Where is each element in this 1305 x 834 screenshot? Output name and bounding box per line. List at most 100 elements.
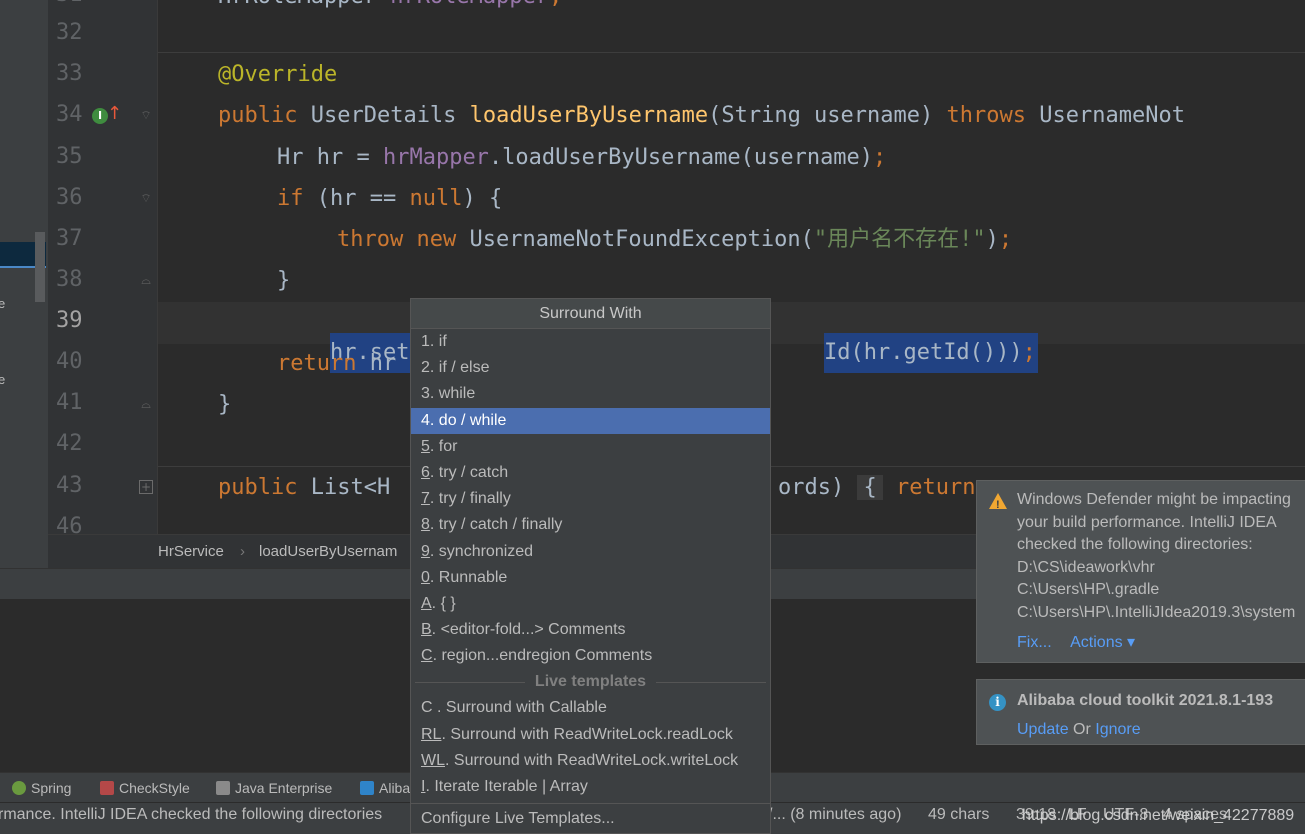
project-tree-fragment: e <box>0 372 6 387</box>
breadcrumb-separator: › <box>240 543 245 560</box>
surround-option[interactable]: B. <editor-fold...> Comments <box>411 617 770 643</box>
breadcrumb-method[interactable]: loadUserByUsernam <box>259 543 397 560</box>
tool-window-java-enterprise[interactable]: Java Enterprise <box>216 780 332 796</box>
status-char-count: 49 chars <box>928 806 990 823</box>
line-number[interactable]: 36 <box>56 185 86 210</box>
code-line-37: throw new UsernameNotFoundException("用户名… <box>337 227 1013 252</box>
notification-path: C:\Users\HP\.gradle <box>1017 581 1160 598</box>
code-line-31: HrRoleMapper hrRoleMapper; <box>218 0 562 12</box>
live-template-option[interactable]: I. Iterate Iterable | Array <box>411 774 770 800</box>
surround-option[interactable]: 3. while <box>411 381 770 407</box>
spring-icon <box>12 781 26 795</box>
fold-icon[interactable]: ⌔ <box>138 108 154 126</box>
tool-window-spring[interactable]: Spring <box>12 780 71 796</box>
checkstyle-icon <box>100 781 114 795</box>
notification-windows-defender: Windows Defender might be impacting your… <box>976 480 1305 663</box>
mnemonic-key: 9 <box>421 542 430 560</box>
tool-window-alibaba[interactable]: Aliba <box>360 780 410 796</box>
option-label: . region...endregion Comments <box>432 647 653 665</box>
notification-path: C:\Users\HP\.IntelliJIdea2019.3\system <box>1017 603 1296 621</box>
option-label: . try / finally <box>429 490 511 508</box>
surround-option[interactable]: 9. synchronized <box>411 539 770 565</box>
line-number[interactable]: 33 <box>56 61 86 86</box>
update-link[interactable]: Update <box>1017 721 1069 738</box>
actions-dropdown[interactable]: Actions ▾ <box>1070 634 1135 651</box>
mnemonic-key: 0 <box>421 568 430 586</box>
surround-option[interactable]: A. { } <box>411 591 770 617</box>
status-message[interactable]: rmance. IntelliJ IDEA checked the follow… <box>0 806 382 824</box>
live-template-option[interactable]: C . Surround with Callable <box>411 695 770 721</box>
project-tree-scrollbar[interactable] <box>35 232 45 302</box>
surround-option[interactable]: 0. Runnable <box>411 565 770 591</box>
surround-option[interactable]: 5. for <box>411 434 770 460</box>
surround-option[interactable]: 8. try / catch / finally <box>411 512 770 538</box>
option-label: . { } <box>431 594 456 612</box>
notification-alibaba-toolkit: i Alibaba cloud toolkit 2021.8.1-193 Upd… <box>976 679 1305 745</box>
status-time: /... (8 minutes ago) <box>768 806 902 823</box>
line-number[interactable]: 31 <box>56 0 86 7</box>
option-label: . Runnable <box>429 568 508 586</box>
expand-icon[interactable]: + <box>139 480 153 494</box>
option-label: . do / while <box>429 411 507 429</box>
fold-icon[interactable]: ⌓ <box>138 397 154 415</box>
line-number[interactable]: 43 <box>56 473 86 498</box>
mnemonic-key: WL <box>421 751 445 769</box>
mnemonic-key: 2 <box>421 359 430 377</box>
fold-icon[interactable]: ⌓ <box>138 273 154 291</box>
override-arrow-icon[interactable]: ↑ <box>107 103 122 124</box>
notification-path: D:\CS\ideawork\vhr <box>1017 558 1155 576</box>
option-label: . try / catch <box>429 463 509 481</box>
option-label: . Surround with ReadWriteLock.writeLock <box>445 751 739 769</box>
popup-title: Surround With <box>411 299 770 329</box>
breadcrumb-class[interactable]: HrService <box>158 543 224 560</box>
notification-text: checked the following directories: <box>1017 536 1253 553</box>
mnemonic-key: 4 <box>421 411 430 429</box>
code-line-41: } <box>218 392 232 417</box>
mnemonic-key: 7 <box>421 490 430 508</box>
option-label: . if <box>429 333 447 350</box>
mnemonic-key: A <box>421 594 432 612</box>
java-enterprise-icon <box>216 781 230 795</box>
code-line-43: public List<H <box>218 475 391 500</box>
surround-option[interactable]: 6. try / catch <box>411 460 770 486</box>
line-number[interactable]: 42 <box>56 431 86 456</box>
code-line-43-tail: ords) { return <box>778 475 976 500</box>
line-number[interactable]: 38 <box>56 267 86 292</box>
option-label: . if / else <box>429 359 490 377</box>
live-template-option[interactable]: WL. Surround with ReadWriteLock.writeLoc… <box>411 748 770 774</box>
line-number[interactable]: 37 <box>56 226 86 251</box>
option-label: . while <box>429 385 476 403</box>
mnemonic-key: 8 <box>421 516 430 534</box>
mnemonic-key: 5 <box>421 437 430 455</box>
notification-text: Or <box>1068 720 1096 738</box>
surround-option[interactable]: 2. if / else <box>411 355 770 381</box>
line-number[interactable]: 32 <box>56 20 86 45</box>
left-tool-strip: e e <box>0 0 48 568</box>
line-number[interactable]: 40 <box>56 349 86 374</box>
surround-option[interactable]: 1. if <box>411 329 770 355</box>
option-label: . Iterate Iterable | Array <box>425 778 588 795</box>
mnemonic-key: RL <box>421 725 442 743</box>
code-line-40: return hr <box>277 351 397 376</box>
code-line-39-selected-tail[interactable]: Id(hr.getId())); <box>771 303 1038 373</box>
surround-option[interactable]: C. region...endregion Comments <box>411 643 770 669</box>
surround-with-popup[interactable]: Surround With 1. if 2. if / else 3. while 4… <box>410 298 771 834</box>
option-label: . synchronized <box>429 542 534 560</box>
watermark: https://blog.csdn.net/weixin_42277889 <box>1022 807 1295 824</box>
surround-option[interactable]: 7. try / finally <box>411 486 770 512</box>
line-number[interactable]: 34 <box>56 102 86 127</box>
line-number[interactable]: 41 <box>56 390 86 415</box>
fold-icon[interactable]: ⌔ <box>138 191 154 209</box>
option-label: . Surround with Callable <box>432 699 607 717</box>
project-tree-fragment: e <box>0 296 6 311</box>
mnemonic-key: C <box>421 647 433 665</box>
surround-option[interactable]: 4. do / while <box>411 407 770 434</box>
line-number[interactable]: 35 <box>56 144 86 169</box>
ignore-link[interactable]: Ignore <box>1095 721 1140 738</box>
line-number[interactable]: 39 <box>56 308 86 333</box>
live-template-option[interactable]: RL. Surround with ReadWriteLock.readLock <box>411 722 770 748</box>
tool-window-checkstyle[interactable]: CheckStyle <box>100 780 190 796</box>
fix-link[interactable]: Fix... <box>1017 634 1052 651</box>
implements-icon[interactable]: I <box>92 108 108 124</box>
configure-live-templates[interactable]: Configure Live Templates... <box>411 803 770 833</box>
